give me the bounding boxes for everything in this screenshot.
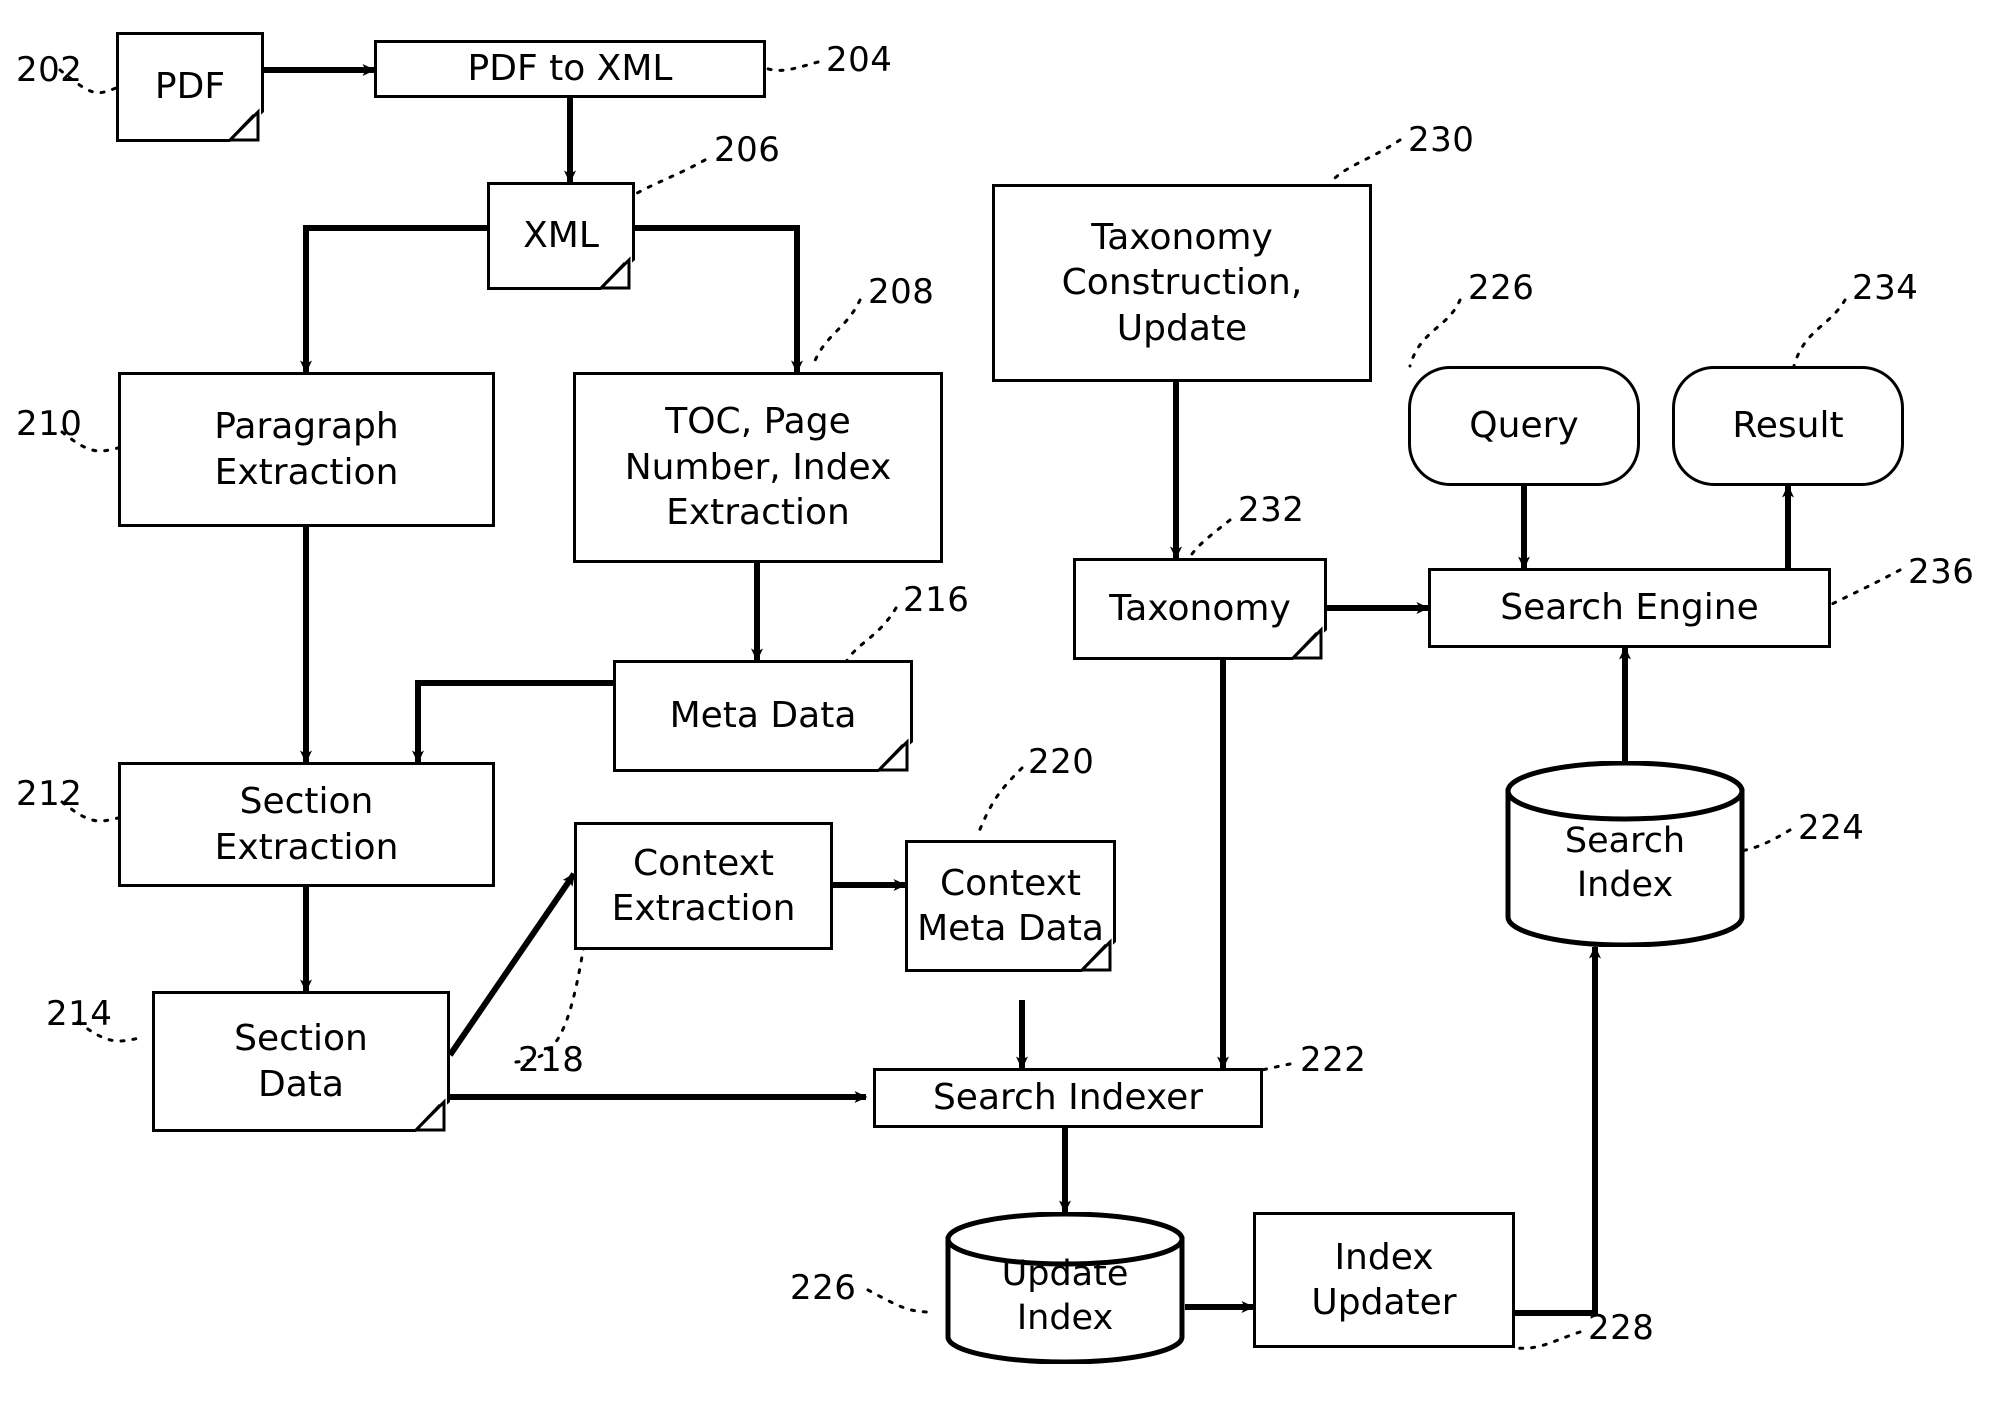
node-index-updater[interactable]: Index Updater (1253, 1212, 1515, 1348)
node-search-index-label: Search Index (1564, 820, 1686, 905)
ref-222: 222 (1300, 1040, 1367, 1080)
ref-234: 234 (1852, 268, 1919, 308)
wire-xml-to-paragraph (300, 225, 487, 374)
node-xml-label: XML (523, 215, 599, 257)
node-paragraph-extraction[interactable]: Paragraph Extraction (118, 372, 495, 527)
ref-232: 232 (1238, 490, 1305, 530)
node-context-meta-data-label: Context Meta Data (917, 862, 1104, 949)
node-search-indexer-label: Search Indexer (932, 1077, 1204, 1119)
leader-204 (758, 60, 820, 72)
wire-indexupdater-to-searchindex (1515, 945, 1601, 1316)
node-pdf[interactable]: PDF (116, 32, 264, 142)
node-pdf-label: PDF (154, 66, 226, 108)
ref-208: 208 (868, 272, 935, 312)
ref-204: 204 (826, 40, 893, 80)
ref-230: 230 (1408, 120, 1475, 160)
ref-214: 214 (46, 994, 113, 1034)
leader-220 (976, 766, 1024, 836)
node-search-indexer[interactable]: Search Indexer (873, 1068, 1263, 1128)
node-query[interactable]: Query (1408, 366, 1640, 486)
ref-210: 210 (16, 404, 83, 444)
leader-216 (844, 606, 898, 664)
ref-236: 236 (1908, 552, 1975, 592)
node-section-data[interactable]: Section Data (152, 991, 450, 1132)
leader-206 (630, 158, 707, 198)
diagram-canvas: PDF 202 PDF to XML 204 XML 206 TOC, Page… (0, 0, 2015, 1410)
node-search-index[interactable]: Search Index (1505, 761, 1745, 947)
node-xml[interactable]: XML (487, 182, 635, 290)
node-pdf-to-xml-label: PDF to XML (467, 48, 673, 90)
leader-228 (1513, 1330, 1582, 1350)
ref-220: 220 (1028, 742, 1095, 782)
ref-218: 218 (518, 1040, 585, 1080)
wire-xml-to-toc (634, 225, 803, 374)
leader-236 (1830, 568, 1902, 606)
node-result-label: Result (1732, 405, 1844, 447)
node-taxonomy[interactable]: Taxonomy (1073, 558, 1327, 660)
node-search-engine[interactable]: Search Engine (1428, 568, 1831, 648)
ref-224: 224 (1798, 808, 1865, 848)
node-meta-data[interactable]: Meta Data (613, 660, 913, 772)
node-paragraph-extraction-label: Paragraph Extraction (214, 406, 399, 493)
node-context-meta-data[interactable]: Context Meta Data (905, 840, 1116, 972)
ref-202: 202 (16, 50, 83, 90)
node-context-extraction-label: Context Extraction (611, 842, 796, 929)
node-result[interactable]: Result (1672, 366, 1904, 486)
node-taxonomy-label: Taxonomy (1109, 588, 1291, 630)
ref-228: 228 (1588, 1308, 1655, 1348)
leader-226q (1408, 298, 1462, 368)
node-toc-extraction-label: TOC, Page Number, Index Extraction (624, 401, 892, 534)
node-taxonomy-construction-label: Taxonomy Construction, Update (1061, 216, 1303, 349)
node-context-extraction[interactable]: Context Extraction (574, 822, 833, 950)
ref-226-update: 226 (790, 1268, 857, 1308)
ref-206: 206 (714, 130, 781, 170)
node-query-label: Query (1469, 405, 1579, 447)
node-update-index-label: Update Index (1001, 1253, 1129, 1338)
node-taxonomy-construction[interactable]: Taxonomy Construction, Update (992, 184, 1372, 382)
node-search-engine-label: Search Engine (1500, 587, 1759, 629)
leader-232 (1186, 518, 1232, 562)
leader-208 (810, 298, 862, 370)
node-toc-extraction[interactable]: TOC, Page Number, Index Extraction (573, 372, 943, 563)
node-pdf-to-xml[interactable]: PDF to XML (374, 40, 766, 98)
node-index-updater-label: Index Updater (1311, 1236, 1457, 1323)
node-section-extraction[interactable]: Section Extraction (118, 762, 495, 887)
leader-234 (1792, 298, 1847, 368)
node-section-data-label: Section Data (234, 1018, 368, 1105)
node-section-extraction-label: Section Extraction (214, 781, 399, 868)
leader-226u (866, 1288, 932, 1314)
wire-sectiondata-to-contextextr (447, 872, 577, 1057)
wire-metadata-to-sectionextr (412, 680, 613, 764)
node-meta-data-label: Meta Data (669, 695, 857, 737)
ref-226-query: 226 (1468, 268, 1535, 308)
node-update-index[interactable]: Update Index (945, 1212, 1185, 1364)
ref-216: 216 (903, 580, 970, 620)
leader-230 (1328, 138, 1402, 186)
ref-212: 212 (16, 774, 83, 814)
